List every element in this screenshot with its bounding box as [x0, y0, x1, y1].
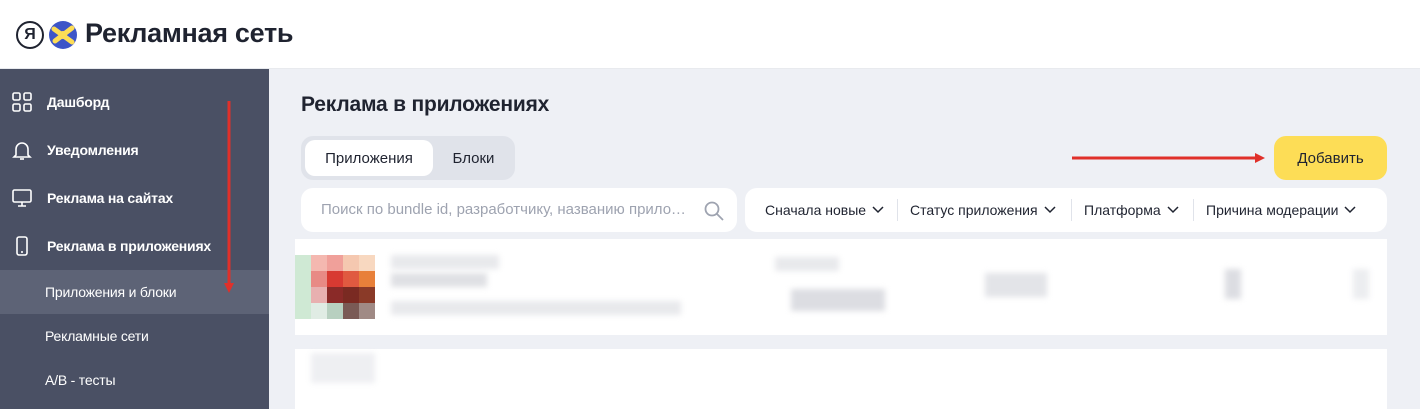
app-icon-pixelated [359, 287, 375, 303]
redacted-cell [1225, 269, 1241, 299]
app-icon-pixelated [343, 271, 359, 287]
top-header: Я Рекламная сеть [0, 0, 1420, 69]
redacted-status-badge [791, 289, 885, 311]
sidebar-item-sites[interactable]: Реклама на сайтах [0, 176, 269, 220]
search-input[interactable]: Поиск по bundle id, разработчику, назван… [301, 188, 737, 232]
redacted-cell [1353, 269, 1369, 299]
app-icon-pixelated [311, 287, 327, 303]
sidebar-item-dashboard[interactable]: Дашборд [0, 80, 269, 124]
status-filter-dropdown[interactable]: Статус приложения [910, 188, 1056, 232]
filter-label: Статус приложения [910, 202, 1038, 218]
app-icon-pixelated [295, 255, 311, 319]
redacted-app-name [391, 273, 487, 287]
redacted-cell [775, 257, 839, 271]
add-button[interactable]: Добавить [1274, 136, 1387, 180]
filter-divider [1193, 199, 1194, 221]
tab-apps[interactable]: Приложения [305, 140, 433, 176]
sidebar-item-label: Реклама на сайтах [47, 190, 173, 206]
filter-divider [1071, 199, 1072, 221]
app-icon-pixelated [311, 271, 327, 287]
monitor-icon [12, 189, 32, 207]
app-list-row[interactable] [295, 239, 1387, 335]
app-icon-pixelated [359, 271, 375, 287]
bell-icon [12, 142, 32, 160]
search-placeholder: Поиск по bundle id, разработчику, назван… [321, 201, 691, 218]
redacted-app-icon [311, 353, 375, 383]
phone-icon [16, 236, 28, 256]
app-icon-pixelated [343, 287, 359, 303]
filter-label: Платформа [1084, 202, 1161, 218]
search-icon[interactable] [703, 200, 725, 222]
filter-divider [897, 199, 898, 221]
app-title: Рекламная сеть [85, 18, 294, 48]
app-icon-pixelated [327, 255, 343, 271]
sidebar-subitem-ad-networks[interactable]: Рекламные сети [0, 314, 269, 358]
app-icon-pixelated [327, 271, 343, 287]
sidebar-subitem-label: A/B - тесты [45, 372, 116, 388]
sidebar-item-notifications[interactable]: Уведомления [0, 128, 269, 172]
app-icon-pixelated [327, 303, 343, 319]
redacted-app-name [391, 255, 499, 269]
sidebar-subitem-apps-and-blocks[interactable]: Приложения и блоки [0, 270, 269, 314]
sidebar-item-label: Дашборд [47, 94, 110, 110]
tab-switcher: Приложения Блоки [301, 136, 515, 180]
ad-network-logo-icon [49, 21, 77, 49]
chevron-down-icon [872, 206, 884, 214]
yandex-logo-letter: Я [24, 26, 36, 43]
redacted-cell [985, 273, 1047, 297]
filter-label: Причина модерации [1206, 202, 1339, 218]
yandex-logo-icon[interactable]: Я [16, 21, 44, 49]
page-title: Реклама в приложениях [301, 93, 550, 116]
app-icon-pixelated [359, 255, 375, 271]
app-list-row[interactable] [295, 349, 1387, 409]
filter-bar: Сначала новые Статус приложения Платформ… [745, 188, 1387, 232]
app-icon-pixelated [311, 255, 327, 271]
sidebar-subitem-label: Приложения и блоки [45, 284, 177, 300]
app-icon-pixelated [311, 303, 327, 319]
main-content: Реклама в приложениях Приложения Блоки Д… [269, 69, 1420, 409]
moderation-reason-filter-dropdown[interactable]: Причина модерации [1206, 188, 1357, 232]
platform-filter-dropdown[interactable]: Платформа [1084, 188, 1179, 232]
filter-label: Сначала новые [765, 202, 867, 218]
sidebar-subitem-label: Рекламные сети [45, 328, 149, 344]
dashboard-grid-icon [12, 92, 32, 112]
sidebar-item-label: Реклама в приложениях [47, 238, 212, 254]
chevron-down-icon [1167, 206, 1179, 214]
sidebar-subitem-ab-tests[interactable]: A/B - тесты [0, 358, 269, 402]
tab-blocks[interactable]: Блоки [436, 140, 511, 176]
app-icon-pixelated [343, 303, 359, 319]
app-icon-pixelated [327, 287, 343, 303]
app-icon-pixelated [343, 255, 359, 271]
sidebar: Дашборд Уведомления Реклама на сайтах Ре… [0, 69, 269, 409]
app-icon-pixelated [359, 303, 375, 319]
chevron-down-icon [1044, 206, 1056, 214]
sidebar-item-label: Уведомления [47, 142, 139, 158]
sort-filter-dropdown[interactable]: Сначала новые [765, 188, 884, 232]
sidebar-item-apps[interactable]: Реклама в приложениях [0, 224, 269, 268]
chevron-down-icon [1344, 206, 1357, 214]
redacted-bundle-id [391, 301, 681, 315]
